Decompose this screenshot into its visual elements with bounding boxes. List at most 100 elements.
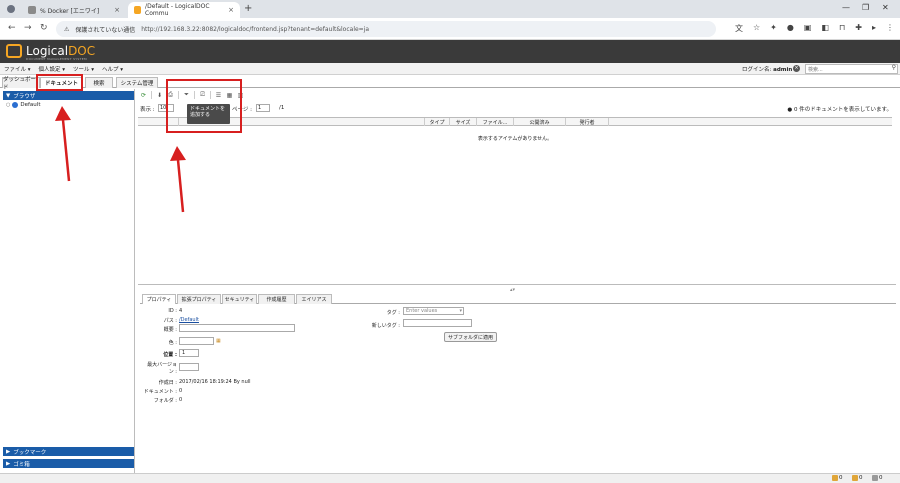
bookmarks-section-header[interactable]: ▶ ブックマーク — [3, 447, 134, 456]
document-grid-header: タイプ サイズ ファイル... 公開済み 発行者 — [138, 117, 892, 126]
color-picker-icon[interactable]: ▦ — [216, 338, 221, 344]
url-input[interactable]: ⚠ 保護されていない通信 http://192.168.3.22:8082/lo… — [56, 21, 716, 37]
refresh-icon[interactable]: ⟳ — [138, 90, 149, 100]
logout-icon[interactable]: × — [793, 65, 800, 72]
extension-icon[interactable]: ● — [787, 23, 794, 34]
extension-icon[interactable]: ◧ — [821, 23, 829, 34]
tab-extended-properties[interactable]: 拡張プロパティ — [177, 294, 221, 304]
tag-input[interactable]: Enter values ▾ — [403, 307, 464, 315]
search-icon[interactable]: ⚲ — [892, 64, 896, 71]
tab-admin[interactable]: システム管理 — [116, 77, 158, 88]
grid-border — [138, 284, 896, 285]
menu-icon[interactable]: ⋮ — [886, 23, 894, 34]
description-input[interactable] — [179, 324, 295, 332]
star-icon[interactable]: ☆ — [753, 23, 760, 34]
dropdown-icon[interactable]: ▾ — [459, 308, 462, 314]
extension-icons: 文 ☆ ✦ ● ▣ ◧ ⊓ ✚ ▸ ⋮ — [735, 23, 894, 34]
message-icon — [872, 475, 878, 481]
warning-icon: ⚠ — [64, 25, 70, 33]
max-version-label: 最大バージョ — [147, 362, 177, 368]
login-info: ログイン名: admin — [742, 67, 793, 73]
close-tab-icon[interactable]: × — [114, 6, 120, 14]
folders-label: フォルダ : — [153, 398, 177, 404]
tab-security[interactable]: セキュリティ — [222, 294, 257, 304]
menu-tools[interactable]: ツール ▾ — [69, 65, 98, 73]
column-published[interactable]: 公開済み — [513, 118, 565, 126]
show-label: 表示 : — [140, 107, 155, 113]
expand-icon[interactable]: ○ — [6, 102, 10, 108]
reload-icon[interactable]: ↻ — [40, 23, 48, 33]
id-value: 4 — [179, 308, 183, 314]
logo: LogicalDOC — [26, 44, 96, 58]
tab-dashboard[interactable]: ダッシュボード — [2, 77, 40, 91]
minimize-icon[interactable]: — — [842, 3, 850, 12]
profile-icon[interactable] — [7, 5, 15, 13]
color-input[interactable] — [179, 337, 214, 345]
checkout-icon — [852, 475, 858, 481]
menu-file[interactable]: ファイル ▾ — [0, 65, 35, 73]
close-tab-icon[interactable]: × — [228, 6, 234, 14]
highlight-box-documents-tab — [36, 74, 83, 91]
trash-section-header[interactable]: ▶ ゴミ箱 — [3, 459, 134, 468]
browser-tab-logicaldoc[interactable]: /Default - LogicalDOC Commu × — [128, 2, 240, 18]
apply-to-subfolders-button[interactable]: サブフォルダに適用 — [444, 332, 497, 342]
back-icon[interactable]: ← — [8, 23, 16, 33]
new-tab-button[interactable]: + — [244, 3, 252, 14]
download-icon[interactable]: ⬇ — [154, 90, 165, 100]
close-window-icon[interactable]: ✕ — [882, 3, 889, 12]
app-header: LogicalDOC DOCUMENT MANAGEMENT SYSTEM — [0, 40, 900, 63]
left-panel: ▼ ブラウザ ○ Default ▶ ブックマーク ▶ ゴミ箱 — [0, 89, 135, 473]
translate-icon[interactable]: 文 — [735, 23, 743, 34]
new-tag-input[interactable] — [403, 319, 472, 327]
maximize-icon[interactable]: ❐ — [862, 3, 869, 12]
path-link[interactable]: /Default — [179, 317, 199, 323]
created-label: 作成日 : — [158, 380, 177, 386]
puzzle-icon[interactable]: ✚ — [855, 23, 862, 34]
browser-section-header[interactable]: ▼ ブラウザ — [3, 91, 134, 100]
search-input[interactable]: 検索... ⚲ — [805, 64, 898, 74]
position-label: 位置 : — [163, 352, 177, 358]
info-icon: ● — [787, 107, 793, 113]
tag-label: タグ : — [386, 310, 400, 316]
extension-icon[interactable]: ▣ — [804, 23, 812, 34]
column-size[interactable]: サイズ — [449, 118, 476, 126]
tab-aliases[interactable]: エイリアス — [296, 294, 332, 304]
favicon-icon — [134, 6, 142, 14]
menu-personal[interactable]: 個人設定 ▾ — [35, 65, 70, 73]
chevron-right-icon: ▶ — [6, 448, 11, 455]
bookmark-icon[interactable]: ⊓ — [839, 23, 845, 34]
locked-count[interactable]: 0 — [832, 475, 843, 481]
column-file[interactable]: ファイル... — [476, 118, 513, 126]
column-type[interactable]: タイプ — [424, 118, 449, 126]
tab-search[interactable]: 検索 — [85, 77, 113, 88]
tree-folder-default[interactable]: ○ Default — [6, 102, 40, 108]
extension-icon[interactable]: ▸ — [872, 23, 876, 34]
address-bar: ← → ↻ ⚠ 保護されていない通信 http://192.168.3.22:8… — [0, 18, 900, 40]
panel-splitter[interactable]: ▴▾ — [138, 287, 896, 293]
splitter-handle-icon[interactable]: ▴▾ — [510, 287, 515, 293]
documents-label: ドキュメント : — [143, 389, 177, 395]
color-label: 色 : — [168, 340, 177, 346]
checkout-count[interactable]: 0 — [852, 475, 863, 481]
created-value: 2017/02/16 18:19:24 By null — [179, 379, 251, 385]
forward-icon[interactable]: → — [24, 23, 32, 33]
max-version-input[interactable] — [179, 363, 199, 371]
highlight-box-add-document — [166, 79, 242, 133]
documents-value: 0 — [179, 388, 183, 394]
tab-properties[interactable]: プロパティ — [142, 294, 176, 304]
tab-history[interactable]: 作成履歴 — [258, 294, 295, 304]
page-number-input[interactable]: 1 — [256, 104, 270, 112]
toolbar-divider — [151, 91, 152, 99]
path-label: パス : — [163, 318, 177, 324]
lock-icon — [832, 475, 838, 481]
extension-icon[interactable]: ✦ — [770, 23, 777, 34]
menu-help[interactable]: ヘルプ ▾ — [98, 65, 127, 73]
browser-tab-docker[interactable]: % Docker [エニワイ] × — [22, 2, 126, 18]
message-count[interactable]: 0 — [872, 475, 883, 481]
position-input[interactable]: 1 — [179, 349, 199, 357]
browser-tabstrip: % Docker [エニワイ] × /Default - LogicalDOC … — [0, 0, 900, 18]
empty-message: 表示するアイテムがありません。 — [477, 136, 553, 142]
column-publisher[interactable]: 発行者 — [565, 118, 609, 126]
property-tabs: プロパティ 拡張プロパティ セキュリティ 作成履歴 エイリアス — [140, 294, 896, 304]
document-count: ● 0 件のドキュメントを表示しています。 — [787, 107, 892, 113]
